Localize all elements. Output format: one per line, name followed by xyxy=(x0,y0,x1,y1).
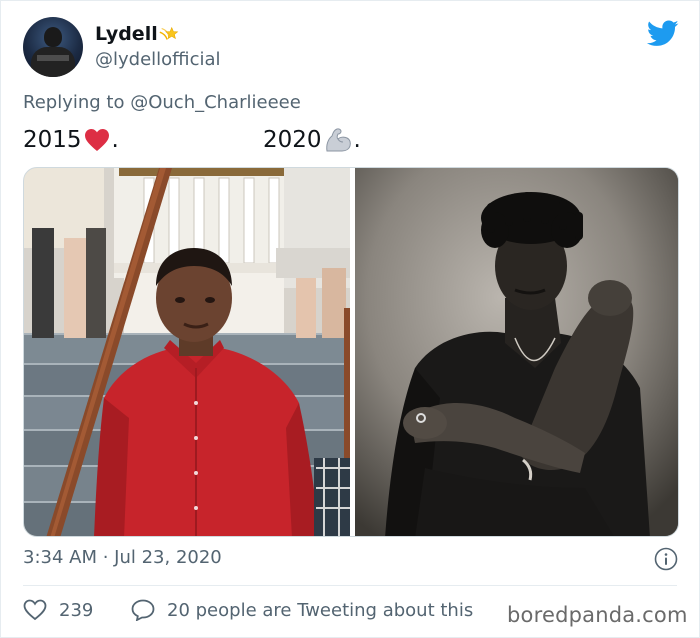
tweet-year-2020: 2020 xyxy=(263,127,322,153)
like-button[interactable]: 239 xyxy=(23,599,93,621)
shooting-star-icon xyxy=(159,26,179,40)
tweet-text-2015: 2015 . xyxy=(23,125,119,155)
tweeting-about-text: 20 people are Tweeting about this xyxy=(167,599,474,621)
avatar-torso xyxy=(31,47,75,77)
photo-2020-scene xyxy=(355,168,678,536)
user-handle[interactable]: @lydellofficial xyxy=(95,49,221,70)
tweet-year-2015: 2015 xyxy=(23,127,82,153)
divider xyxy=(23,585,677,586)
tweet-timestamp[interactable]: 3:34 AM · Jul 23, 2020 xyxy=(23,547,222,568)
heart-outline-icon xyxy=(23,599,47,621)
red-heart-icon xyxy=(84,129,109,151)
tweet-card: Lydell @lydellofficial Replying to @Ouch… xyxy=(0,0,700,638)
twitter-bird-icon[interactable] xyxy=(647,17,679,49)
tweet-period-2: . xyxy=(353,127,361,153)
avatar[interactable] xyxy=(23,17,83,77)
like-count: 239 xyxy=(59,599,94,621)
tweeting-about-link[interactable]: 20 people are Tweeting about this xyxy=(131,599,473,621)
boredpanda-watermark: boredpanda.com xyxy=(507,603,688,627)
flexed-biceps-icon xyxy=(325,128,351,152)
info-icon[interactable] xyxy=(654,547,678,571)
photo-2015-scene xyxy=(24,168,350,536)
tweet-text-2020: 2020 . xyxy=(263,125,361,155)
replying-to-label: Replying to xyxy=(23,92,125,113)
display-name[interactable]: Lydell xyxy=(95,23,158,45)
photo-2015[interactable] xyxy=(24,168,350,536)
reply-mention-link[interactable]: @Ouch_Charlieeee xyxy=(130,92,301,113)
tweet-media[interactable] xyxy=(23,167,679,537)
avatar-head xyxy=(44,27,62,47)
speech-bubble-icon xyxy=(131,599,155,621)
avatar-shirt-print xyxy=(37,55,69,61)
photo-2020[interactable] xyxy=(355,168,678,536)
replying-to: Replying to @Ouch_Charlieeee xyxy=(23,92,301,113)
tweet-period-1: . xyxy=(111,127,119,153)
